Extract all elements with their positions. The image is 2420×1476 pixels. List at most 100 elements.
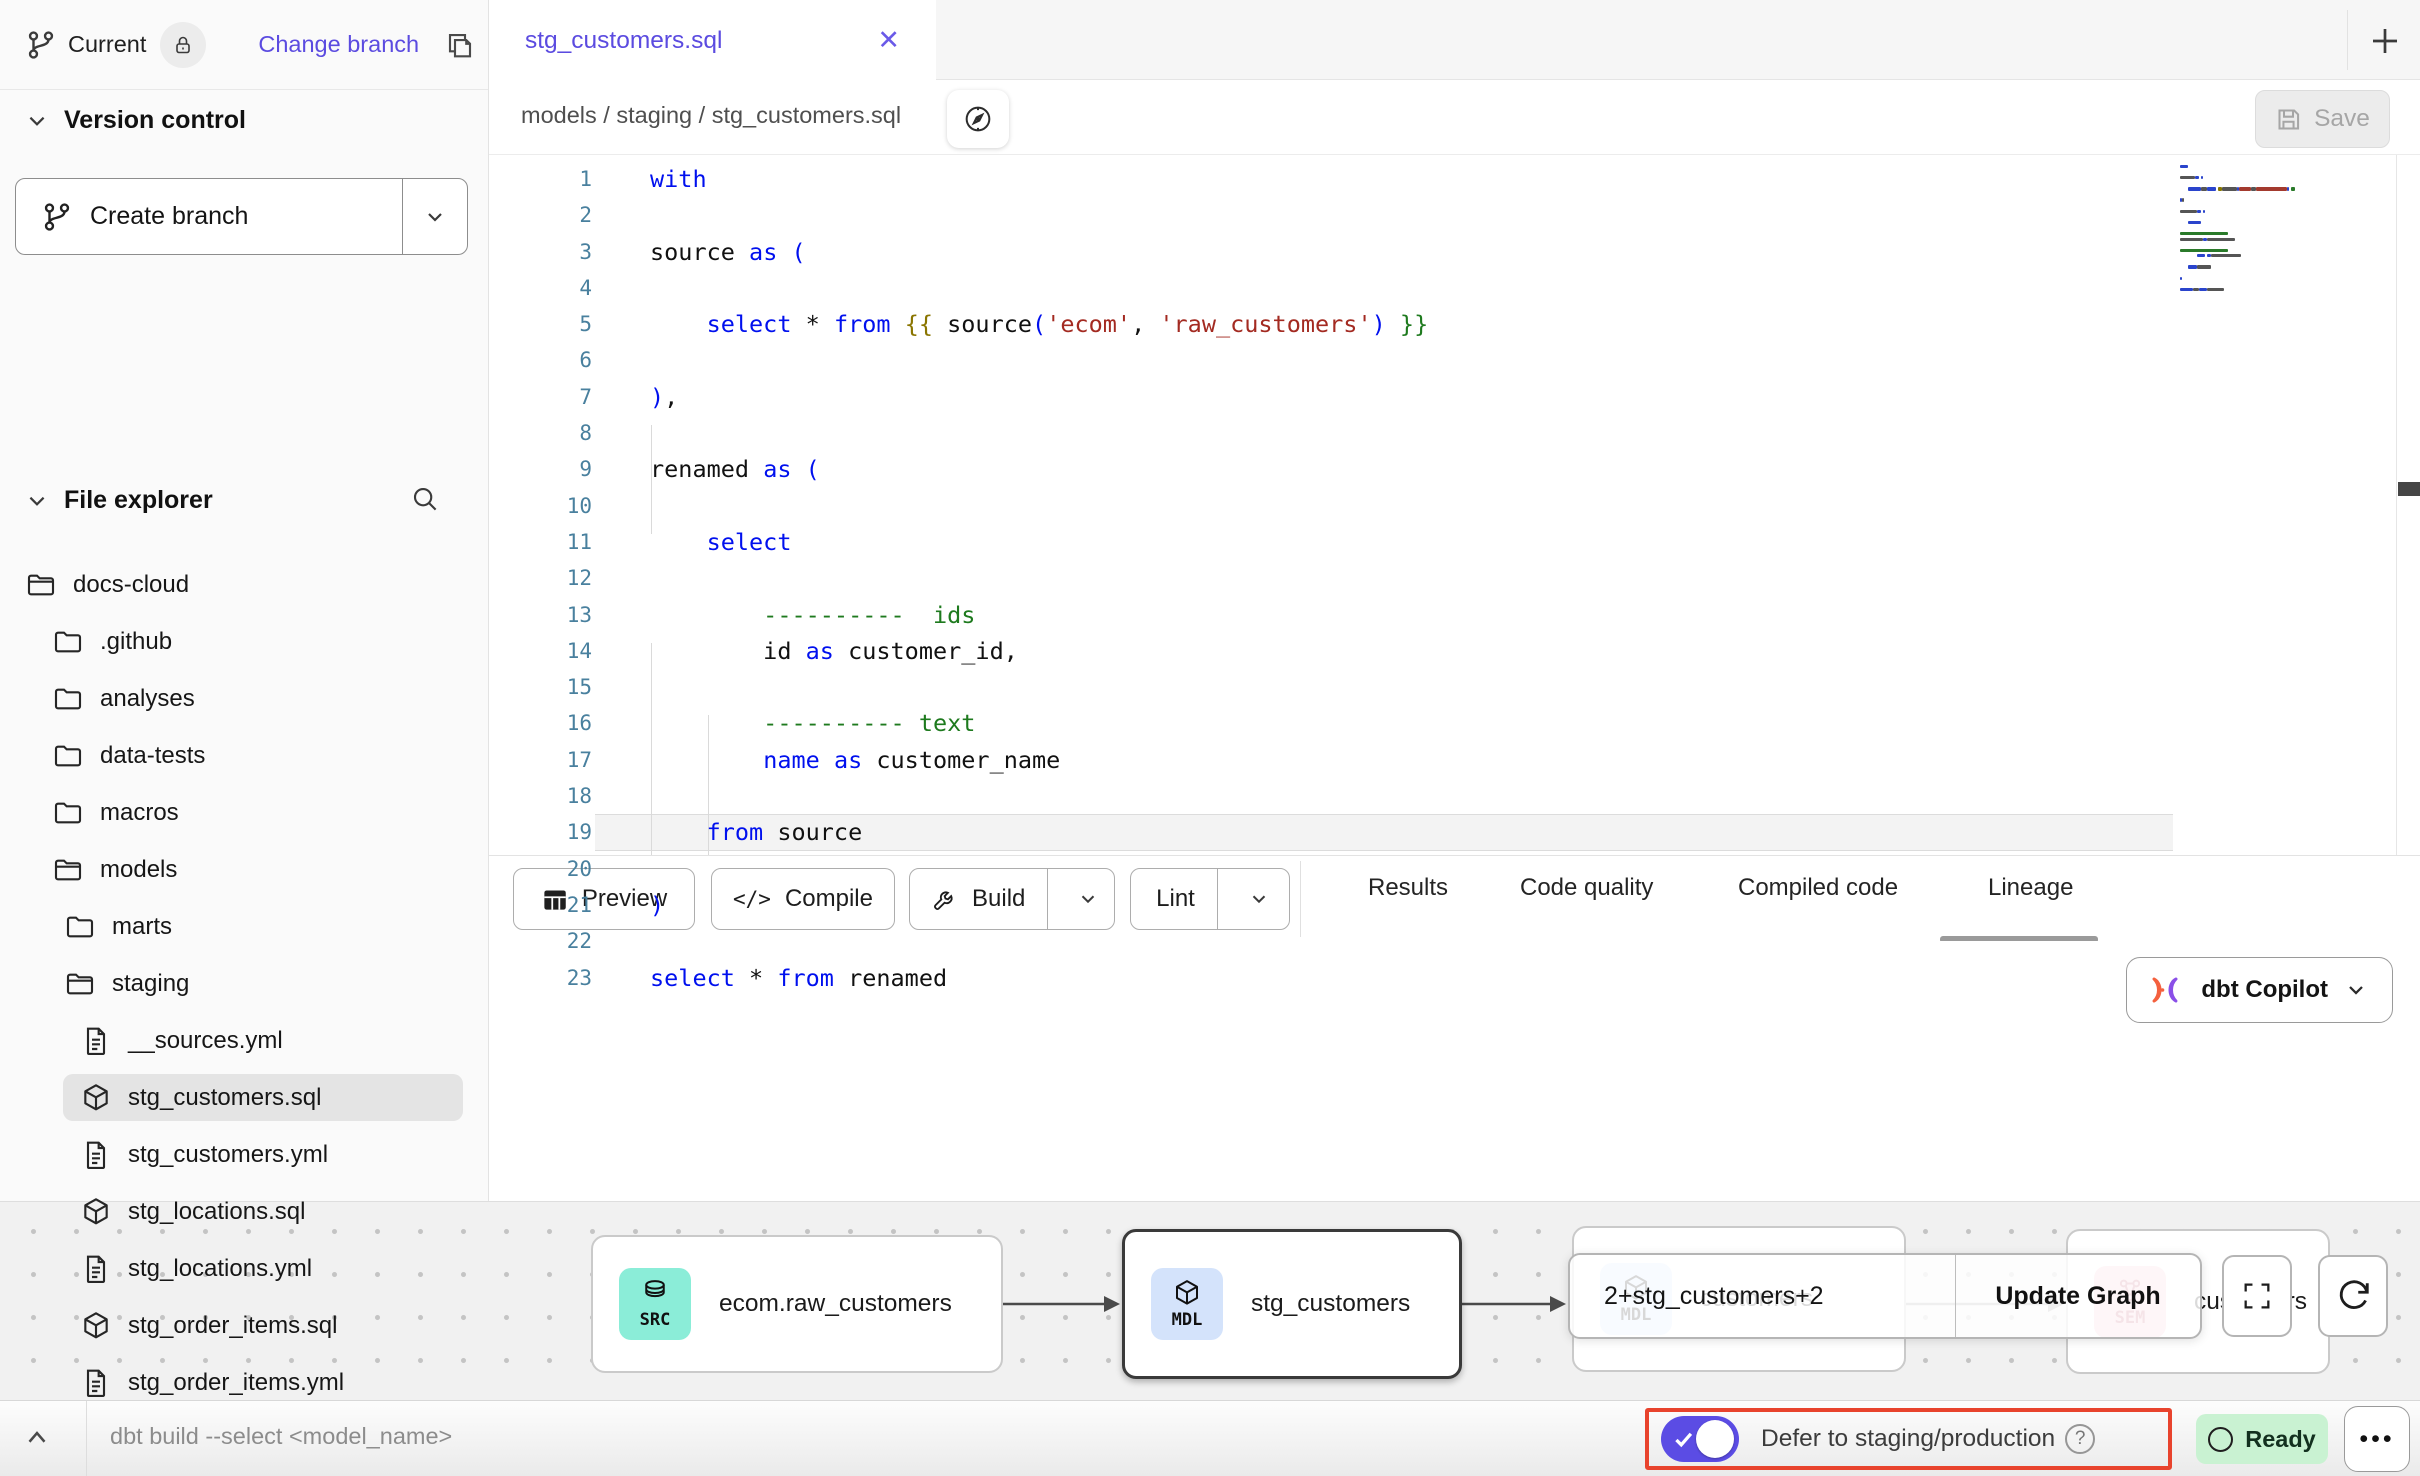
line-number: 23 [489,960,592,996]
line-content [592,851,650,887]
lineage-selector-input[interactable]: 2+stg_customers+2 [1570,1255,1956,1337]
code-line-22[interactable]: 22 [489,923,2420,959]
code-line-20[interactable]: 20 [489,851,2420,887]
code-line-17[interactable]: 17 name as customer_name [489,742,2420,778]
file-explorer-header[interactable]: File explorer [0,486,464,515]
defer-label: Defer to staging/production [1761,1425,2055,1453]
code-line-18[interactable]: 18 [489,778,2420,814]
save-button[interactable]: Save [2255,90,2390,148]
code-line-9[interactable]: 9renamed as ( [489,451,2420,487]
sidebar: Current Change branch Version control [0,0,489,1400]
breadcrumb: models / staging / stg_customers.sql [521,102,901,129]
more-options-button[interactable]: ••• [2344,1406,2410,1472]
tree-item-models[interactable]: models [0,841,484,898]
code-line-5[interactable]: 5 select * from {{ source('ecom', 'raw_c… [489,306,2420,342]
code-line-23[interactable]: 23select * from renamed [489,960,2420,996]
update-graph-button[interactable]: Update Graph [1956,1255,2200,1337]
create-branch-button[interactable]: Create branch [15,178,468,255]
change-branch-link[interactable]: Change branch [258,31,419,58]
line-content [592,669,650,705]
code-line-6[interactable]: 6 [489,342,2420,378]
fullscreen-button[interactable] [2222,1255,2292,1337]
code-line-10[interactable]: 10 [489,488,2420,524]
code-line-19[interactable]: 19 from source [489,814,2420,850]
tree-item-label: analyses [100,685,195,713]
new-tab-button[interactable] [2362,18,2408,64]
node-type-badge: SRC [619,1268,691,1340]
close-icon[interactable]: ✕ [877,25,900,56]
lineage-canvas[interactable]: SRCecom.raw_customers MDLstg_customersMDL… [0,1201,2420,1400]
code-line-2[interactable]: 2 [489,197,2420,233]
tab-stg-customers-sql[interactable]: stg_customers.sql ✕ [489,0,936,81]
line-content [592,488,650,524]
create-branch-main[interactable]: Create branch [16,179,403,254]
code-line-11[interactable]: 11 select [489,524,2420,560]
line-content: ---------- ids [592,597,975,633]
status-bar: dbt build --select <model_name> Defer to… [0,1400,2420,1476]
copy-branch-icon[interactable] [445,30,475,60]
editor-scrollbar-thumb[interactable] [2398,482,2420,496]
tree-item-marts[interactable]: marts [0,898,484,955]
line-number: 11 [489,524,592,560]
line-content [592,197,650,233]
line-number: 2 [489,197,592,233]
code-line-15[interactable]: 15 [489,669,2420,705]
folder-open-icon [25,569,57,601]
code-line-14[interactable]: 14 id as customer_id, [489,633,2420,669]
defer-toggle[interactable] [1661,1416,1739,1462]
tree-item--sources-yml[interactable]: __sources.yml [0,1012,484,1069]
tree-item-data-tests[interactable]: data-tests [0,727,484,784]
breadcrumb-row: models / staging / stg_customers.sql Sav… [489,80,2420,155]
line-content: ) [592,887,664,923]
line-content: name as customer_name [592,742,1060,778]
line-number: 14 [489,633,592,669]
tree-item-stg-customers-yml[interactable]: stg_customers.yml [0,1126,484,1183]
tabbar-divider [2347,10,2348,70]
line-content [592,415,650,451]
git-branch-icon [42,202,72,232]
line-content: select [592,524,791,560]
code-line-4[interactable]: 4 [489,270,2420,306]
editor-minimap[interactable] [2180,165,2380,293]
tree-item-staging[interactable]: staging [0,955,484,1012]
lineage-node-ecom-raw-customers[interactable]: SRCecom.raw_customers [591,1235,1003,1373]
line-content: ), [592,379,678,415]
folder-open-icon [64,968,96,1000]
tree-item-analyses[interactable]: analyses [0,670,484,727]
line-number: 8 [489,415,592,451]
line-number: 9 [489,451,592,487]
line-content [592,270,650,306]
line-number: 15 [489,669,592,705]
line-content: select * from renamed [592,960,947,996]
lineage-graph-bar: 2+stg_customers+2 Update Graph [1568,1253,2202,1339]
code-line-16[interactable]: 16 ---------- text [489,705,2420,741]
lineage-node-stg-customers[interactable]: MDLstg_customers [1122,1229,1462,1379]
ready-label: Ready [2245,1426,2316,1453]
tree-item--github[interactable]: .github [0,613,484,670]
code-line-13[interactable]: 13 ---------- ids [489,597,2420,633]
line-content: with [592,161,707,197]
collapse-panel-button[interactable] [22,1423,52,1453]
refresh-button[interactable] [2318,1255,2388,1337]
node-type-badge: MDL [1151,1268,1223,1340]
code-line-21[interactable]: 21) [489,887,2420,923]
code-line-3[interactable]: 3source as ( [489,234,2420,270]
node-type-label: SRC [640,1310,671,1330]
code-line-1[interactable]: 1with [489,161,2420,197]
chevron-down-icon [26,110,48,132]
line-content: renamed as ( [592,451,820,487]
tree-item-stg-customers-sql[interactable]: stg_customers.sql [0,1069,484,1126]
version-control-header[interactable]: Version control [0,106,488,135]
compass-icon[interactable] [947,90,1009,148]
code-line-8[interactable]: 8 [489,415,2420,451]
tree-item-docs-cloud[interactable]: docs-cloud [0,556,484,613]
code-editor[interactable]: 1with23source as (45 select * from {{ so… [489,155,2420,1010]
tree-item-macros[interactable]: macros [0,784,484,841]
code-line-12[interactable]: 12 [489,560,2420,596]
create-branch-caret[interactable] [403,179,467,254]
code-line-7[interactable]: 7), [489,379,2420,415]
line-number: 21 [489,887,592,923]
search-icon[interactable] [410,484,440,514]
command-input[interactable]: dbt build --select <model_name> [110,1423,452,1450]
help-icon[interactable]: ? [2065,1424,2095,1454]
